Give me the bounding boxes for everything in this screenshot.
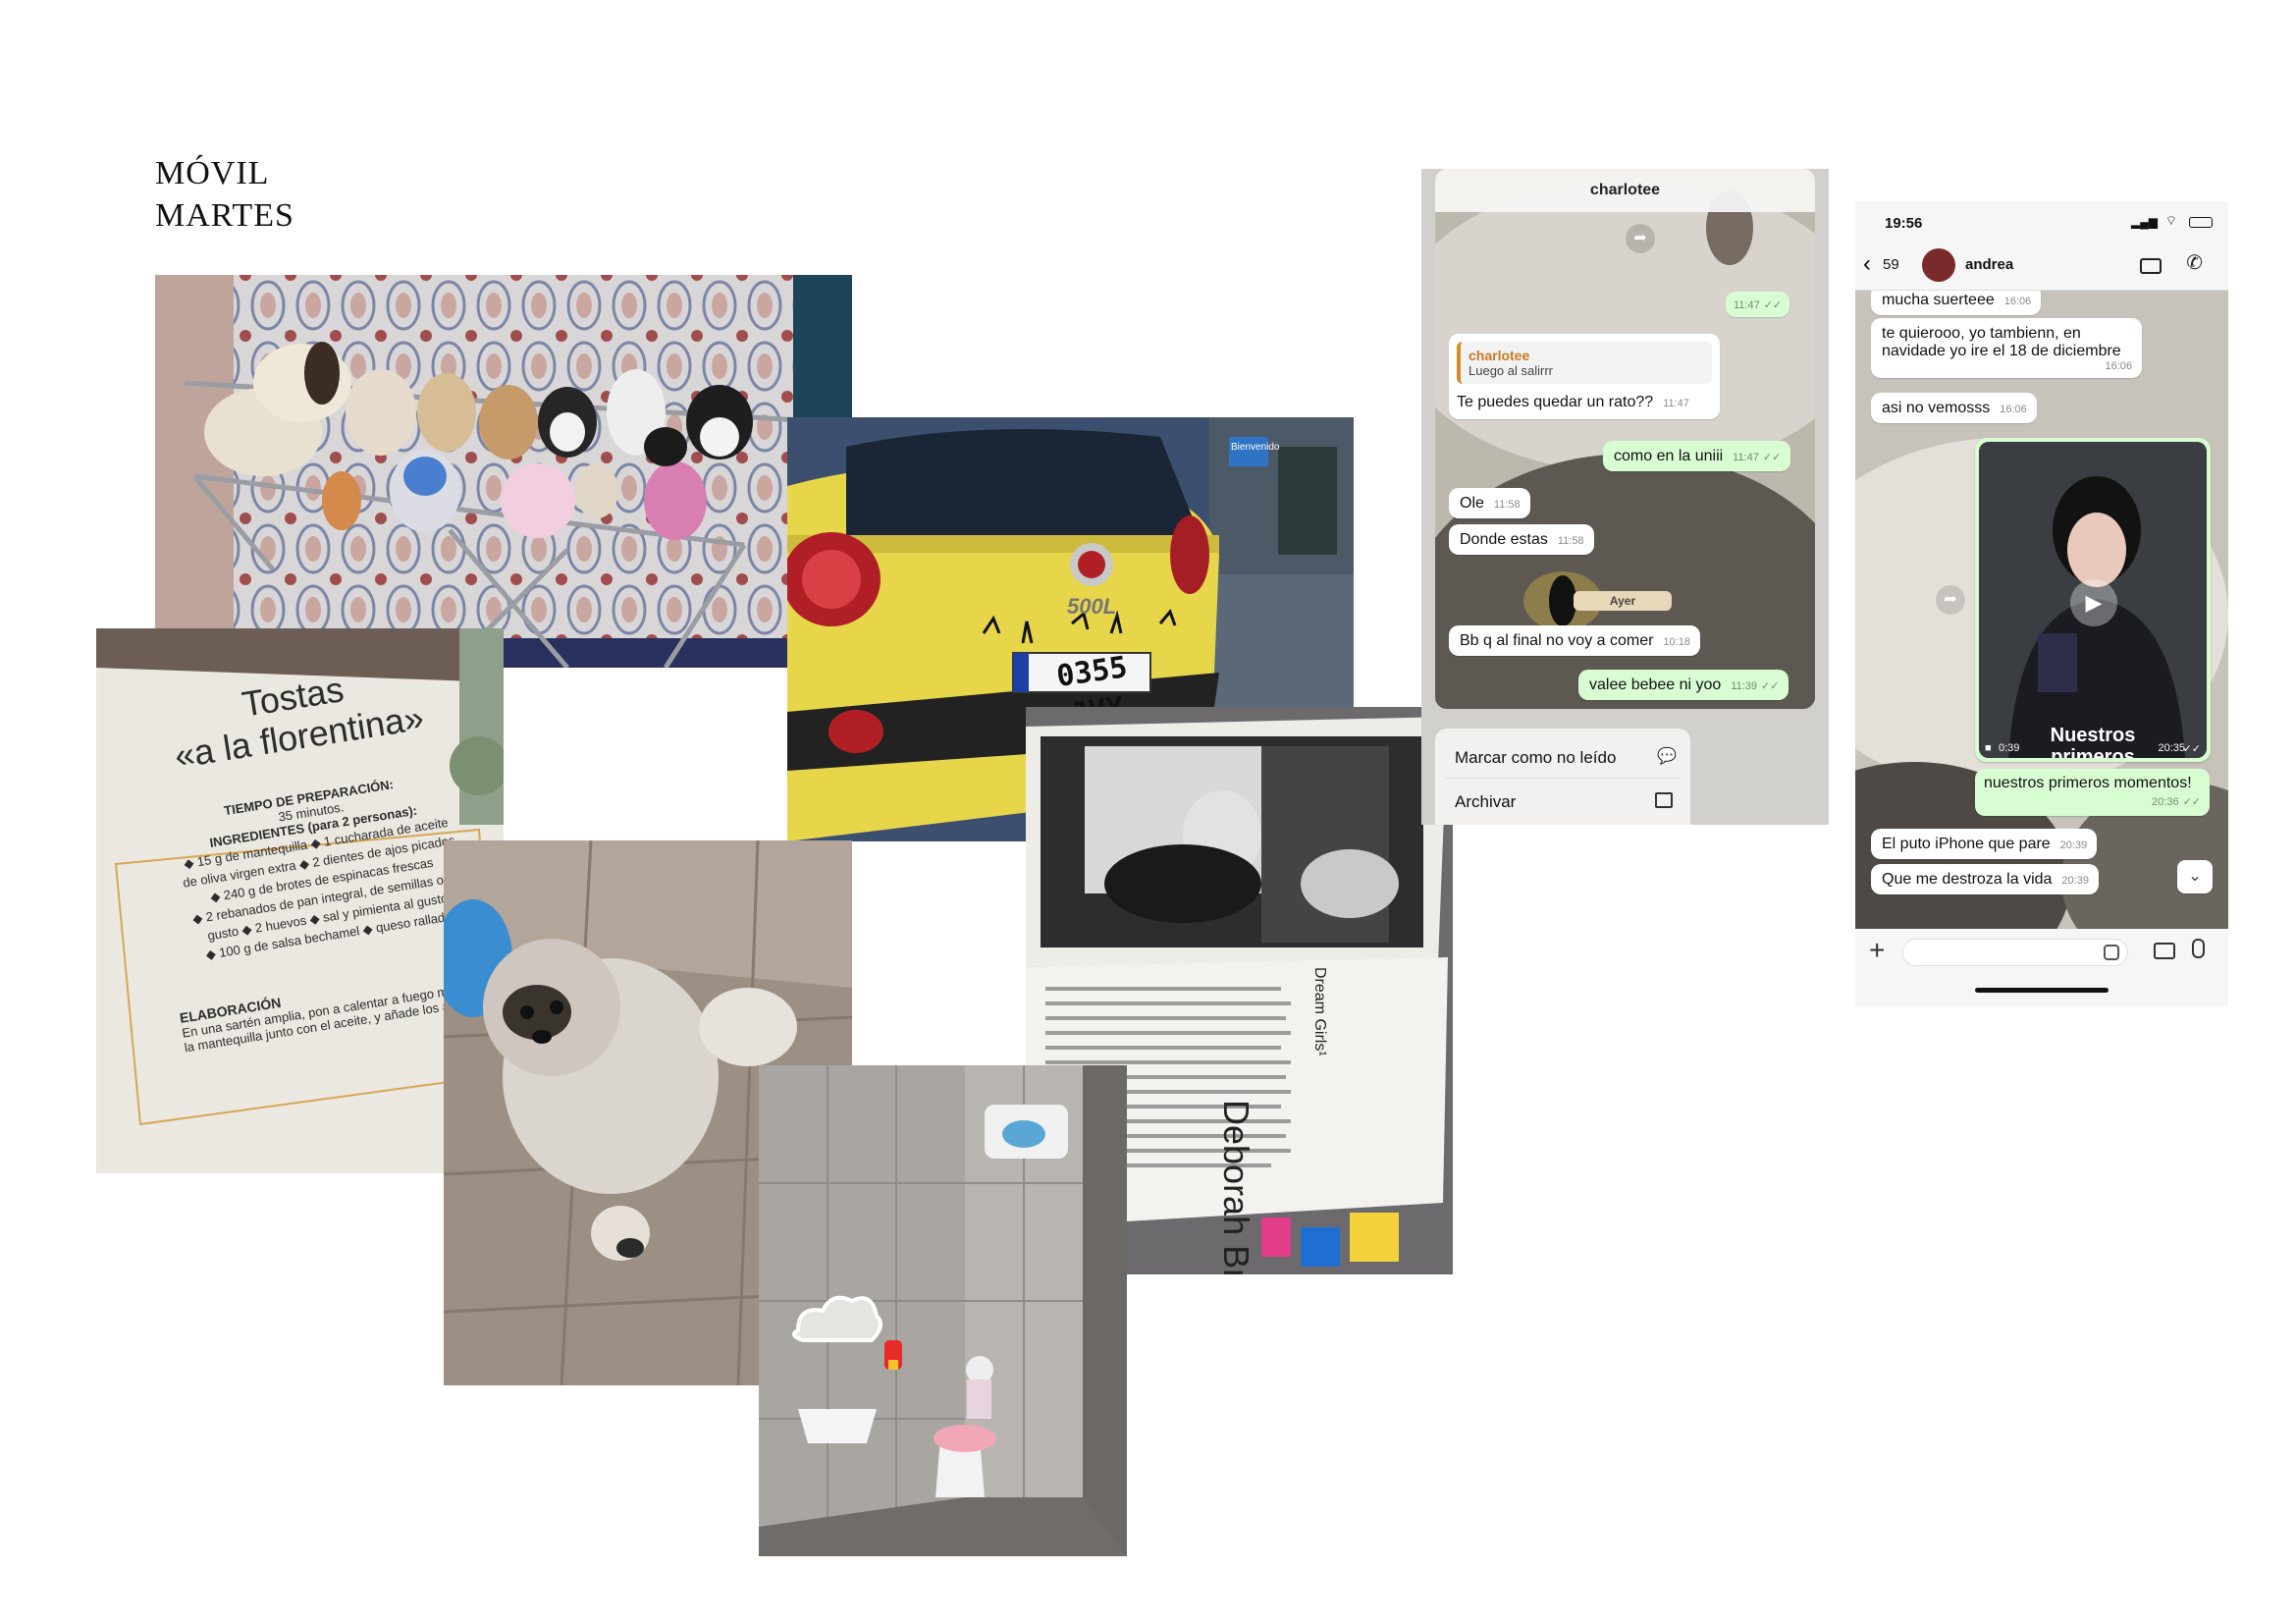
message-time: 16:06 — [2105, 360, 2132, 372]
forward-icon[interactable]: ➦ — [1626, 224, 1655, 253]
chat-screenshot-andrea: 19:56 ▂▄▆ ⌔ ‹ 59 andrea ✆ mucha suerteee… — [1855, 201, 2228, 1006]
quoted-author: charlotee — [1468, 348, 1530, 363]
message-text: navidade yo ire el 18 de diciembre — [1882, 343, 2121, 359]
message-in-reply: charlotee Luego al salirrr Te puedes que… — [1449, 334, 1720, 419]
heading-line-2: MARTES — [155, 197, 294, 234]
signal-icon: ▂▄▆ — [2131, 215, 2158, 229]
message-text: El puto iPhone que pare — [1882, 836, 2051, 852]
unread-count[interactable]: 59 — [1883, 256, 1899, 273]
message-in: asi no vemosss 16:06 — [1871, 393, 2037, 423]
heading-line-1: MÓVIL — [155, 155, 270, 191]
message-time: 11:47 — [1734, 299, 1760, 311]
context-menu: Marcar como no leído 💬 Archivar — [1435, 729, 1690, 825]
message-text: te quierooo, yo tambienn, en — [1882, 325, 2081, 342]
message-text: Bb q al final no voy a comer — [1460, 632, 1654, 649]
message-time: 11:58 — [1493, 499, 1521, 511]
message-time: 11:47 — [1733, 452, 1759, 463]
chat-header: charlotee — [1435, 169, 1815, 212]
message-text: Donde estas — [1460, 531, 1548, 548]
video-camera-icon: ■ — [1985, 742, 1992, 754]
message-time: 16:06 — [2003, 296, 2032, 307]
read-check-icon: ✓✓ — [2182, 796, 2201, 808]
status-time: 19:56 — [1885, 215, 1923, 232]
message-time: 11:58 — [1557, 535, 1584, 547]
message-text: Te puedes quedar un rato?? — [1457, 394, 1654, 410]
battery-icon — [2189, 217, 2213, 228]
sticker-icon[interactable] — [2104, 945, 2119, 960]
read-check-icon: ✓✓ — [1761, 680, 1780, 692]
message-in: mucha suerteee 16:06 — [1871, 291, 2042, 315]
message-text: mucha suerteee — [1882, 292, 1995, 308]
avatar[interactable] — [1922, 248, 1955, 282]
read-check-icon: ✓✓ — [1763, 299, 1783, 311]
phone-call-icon[interactable]: ✆ — [2186, 250, 2203, 275]
message-time: 20:39 — [2061, 875, 2089, 887]
page-heading: MÓVIL MARTES — [155, 152, 294, 237]
magazine-subtitle: Dream Girls¹ — [1311, 967, 1328, 1056]
message-text: nuestros primeros momentos! — [1984, 775, 2192, 791]
message-out: valee bebee ni yoo 11:39 ✓✓ — [1578, 670, 1789, 700]
play-icon[interactable]: ▶ — [2070, 579, 2117, 626]
message-out: nuestros primeros momentos! 20:36 ✓✓ — [1975, 769, 2210, 816]
add-attachment-icon[interactable]: + — [1869, 935, 1885, 966]
message-time: 10:18 — [1663, 636, 1690, 648]
back-chevron-icon[interactable]: ‹ — [1863, 250, 1871, 278]
video-duration: 0:39 — [1999, 742, 2020, 754]
message-in: Donde estas 11:58 — [1449, 524, 1594, 555]
quoted-message: charlotee Luego al salirrr — [1457, 342, 1712, 384]
date-separator: Ayer — [1574, 591, 1672, 611]
wifi-icon: ⌔ — [2164, 213, 2177, 228]
chat-contact-name: charlotee — [1589, 182, 1661, 198]
menu-item-label: Archivar — [1455, 792, 1517, 811]
message-in: Que me destroza la vida 20:39 — [1871, 864, 2099, 894]
archive-icon — [1655, 792, 1673, 808]
video-call-icon[interactable] — [2140, 258, 2162, 274]
car-badge: 500L — [1067, 594, 1117, 619]
plush-toys-photo — [155, 275, 852, 668]
composer-bar: + — [1855, 929, 2228, 1006]
forward-icon[interactable]: ➦ — [1936, 585, 1965, 615]
message-text: Ole — [1460, 495, 1484, 512]
message-time: 16:06 — [2000, 404, 2027, 415]
message-in: Bb q al final no voy a comer 10:18 — [1449, 625, 1700, 656]
chat-contact-name[interactable]: andrea — [1965, 256, 2013, 273]
message-text: como en la uniii — [1614, 448, 1724, 464]
camera-icon[interactable] — [2154, 943, 2175, 959]
message-time: 20:35 — [2158, 742, 2185, 754]
chat-header: ‹ 59 andrea ✆ — [1855, 241, 2228, 291]
message-time: 11:47 — [1663, 398, 1689, 409]
menu-item-label: Marcar como no leído — [1455, 748, 1617, 767]
message-in: El puto iPhone que pare 20:39 — [1871, 829, 2098, 859]
message-text: Que me destroza la vida — [1882, 871, 2053, 888]
bathroom-photo — [759, 1065, 1127, 1556]
home-indicator — [1975, 988, 2109, 993]
message-in: Ole 11:58 — [1449, 488, 1530, 518]
video-message[interactable]: ▶ Nuestros primeros ■ 0:39 20:35 ✓✓ — [1975, 438, 2211, 762]
magazine-name: Deborah Bright — [1216, 1100, 1256, 1274]
read-check-icon: ✓✓ — [2182, 743, 2201, 755]
video-thumbnail: ▶ Nuestros primeros ■ 0:39 20:35 ✓✓ — [1979, 442, 2207, 758]
message-time: 20:39 — [2059, 839, 2088, 851]
message-input[interactable] — [1902, 939, 2128, 966]
menu-item-mark-unread[interactable]: Marcar como no leído 💬 — [1445, 738, 1681, 779]
recipe-magazine-photo: Tostas «a la florentina» TIEMPO DE PREPA… — [96, 628, 504, 1173]
menu-item-archive[interactable]: Archivar — [1445, 783, 1681, 822]
message-time: 11:39 — [1731, 680, 1758, 692]
message-out: 11:47 ✓✓ — [1726, 292, 1790, 317]
message-time: 20:36 — [2152, 796, 2179, 808]
unread-chat-icon: 💬 — [1657, 748, 1677, 765]
message-in: te quierooo, yo tambienn, en navidade yo… — [1871, 318, 2142, 378]
recipe-text: Tostas «a la florentina» TIEMPO DE PREPA… — [96, 637, 504, 1063]
scroll-down-icon[interactable]: ⌄ — [2177, 860, 2213, 893]
street-sign: Bienvenido — [1231, 442, 1280, 453]
quoted-text: Luego al salirrr — [1468, 363, 1553, 378]
chat-screenshot-charlotee: charlotee ➦ 11:47 ✓✓ charlotee Luego al s… — [1421, 169, 1829, 825]
chat-background: mucha suerteee 16:06 te quierooo, yo tamb… — [1855, 291, 2228, 929]
message-text: asi no vemosss — [1882, 400, 1991, 416]
message-out: como en la uniii 11:47 ✓✓ — [1603, 441, 1791, 471]
status-bar: 19:56 ▂▄▆ ⌔ — [1855, 201, 2228, 241]
microphone-icon[interactable] — [2192, 939, 2205, 958]
message-text: valee bebee ni yoo — [1589, 676, 1722, 693]
read-check-icon: ✓✓ — [1762, 452, 1782, 463]
